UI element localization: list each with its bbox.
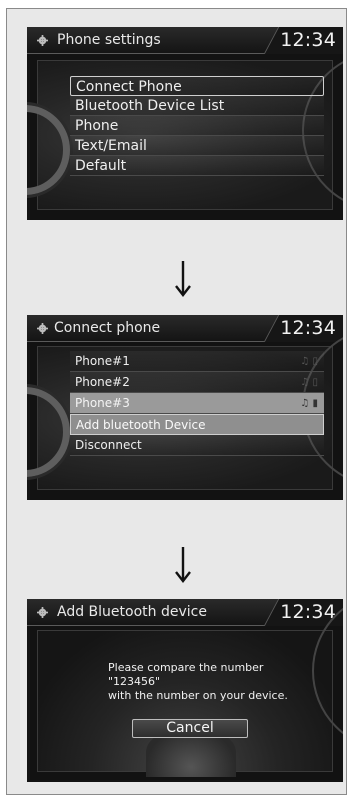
clock: 12:34 (280, 317, 336, 339)
dialog-message: Please compare the number "123456" with … (108, 661, 328, 703)
menu-item-phone-2[interactable]: Phone#2 ♫ ▯ (70, 372, 324, 393)
gear-icon (37, 323, 48, 334)
connect-phone-screen: Connect phone 12:34 Phone#1 ♫ ▯ Phone#2 … (27, 315, 343, 500)
music-icon: ♫ ▯ (300, 356, 318, 367)
passkey-number: "123456" (108, 675, 161, 688)
menu-list: Phone#1 ♫ ▯ Phone#2 ♫ ▯ Phone#3 ♫ ▮ Add … (70, 351, 324, 456)
menu-list: Connect Phone Bluetooth Device List Phon… (70, 76, 324, 176)
dialog-panel: Please compare the number "123456" with … (37, 599, 343, 777)
screen-title: Connect phone (54, 320, 161, 336)
menu-item-disconnect[interactable]: Disconnect (70, 435, 324, 456)
add-bluetooth-device-screen: Add Bluetooth device 12:34 Please compar… (27, 599, 343, 782)
screen-title: Phone settings (57, 32, 161, 48)
gear-icon (37, 607, 48, 618)
title-bar: Phone settings 12:34 (27, 27, 343, 54)
phone-icon: ♫ ▮ (300, 398, 318, 409)
message-line: with the number on your device. (108, 689, 288, 702)
title-bar: Add Bluetooth device 12:34 (27, 599, 343, 626)
dial-arc-decoration (27, 105, 70, 195)
clock: 12:34 (280, 29, 336, 51)
title-bar: Connect phone 12:34 (27, 315, 343, 342)
figure-frame: Phone settings 12:34 Connect Phone Bluet… (6, 8, 347, 795)
menu-item-label: Phone#3 (75, 396, 130, 410)
menu-item-phone[interactable]: Phone (70, 116, 324, 136)
gear-icon (37, 35, 48, 46)
menu-item-bluetooth-device-list[interactable]: Bluetooth Device List (70, 96, 324, 116)
down-arrow-icon (175, 547, 191, 583)
menu-item-text-email[interactable]: Text/Email (70, 136, 324, 156)
menu-panel: Phone#1 ♫ ▯ Phone#2 ♫ ▯ Phone#3 ♫ ▮ Add … (27, 327, 343, 490)
menu-item-connect-phone[interactable]: Connect Phone (70, 76, 324, 96)
screen-title: Add Bluetooth device (57, 604, 207, 620)
message-line: Please compare the number (108, 661, 264, 674)
menu-item-label: Phone#2 (75, 375, 130, 389)
dial-arc-decoration (27, 387, 70, 477)
music-icon: ♫ ▯ (300, 377, 318, 388)
cancel-button[interactable]: Cancel (132, 719, 248, 738)
menu-panel: Connect Phone Bluetooth Device List Phon… (27, 51, 343, 211)
phone-settings-screen: Phone settings 12:34 Connect Phone Bluet… (27, 27, 343, 220)
menu-item-add-bluetooth-device[interactable]: Add bluetooth Device (70, 414, 324, 435)
menu-item-default[interactable]: Default (70, 156, 324, 176)
menu-item-phone-3[interactable]: Phone#3 ♫ ▮ (70, 393, 324, 414)
down-arrow-icon (175, 261, 191, 297)
menu-item-label: Phone#1 (75, 354, 130, 368)
menu-item-phone-1[interactable]: Phone#1 ♫ ▯ (70, 351, 324, 372)
